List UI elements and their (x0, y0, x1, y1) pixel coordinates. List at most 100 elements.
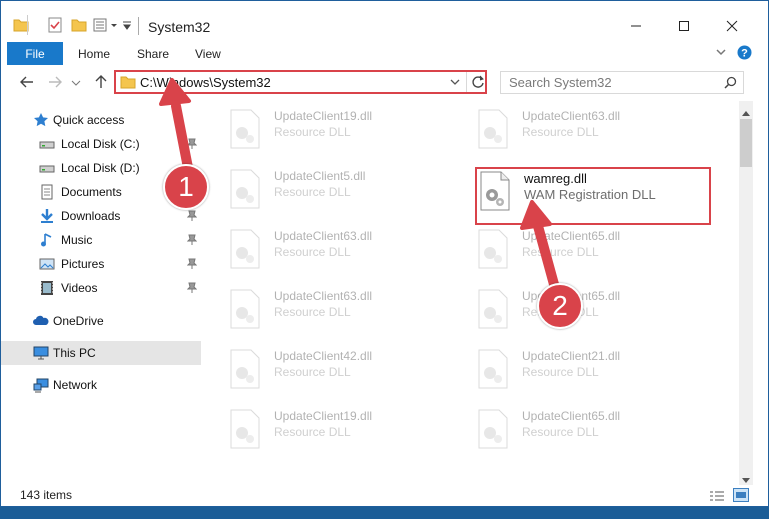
highlight-box-wamreg (475, 167, 711, 225)
file-name: UpdateClient19.dll (274, 409, 373, 423)
desktop-background (0, 507, 769, 519)
file-name: UpdateClient21.dll (522, 349, 621, 363)
sidebar-item-downloads[interactable]: Downloads (1, 204, 201, 228)
title-separator (138, 17, 139, 35)
close-button[interactable] (709, 11, 755, 41)
dll-file-icon (228, 109, 262, 152)
sidebar-item-music[interactable]: Music (1, 228, 201, 252)
dll-file-icon (228, 229, 262, 272)
back-button[interactable] (19, 74, 35, 93)
file-type: Resource DLL (522, 425, 599, 439)
file-item[interactable]: UpdateClient21.dll Resource DLL (454, 341, 684, 391)
tab-file[interactable]: File (7, 42, 63, 65)
file-name: UpdateClient65.dll (522, 409, 621, 423)
file-type: Resource DLL (274, 245, 351, 259)
file-type: Resource DLL (274, 365, 351, 379)
refresh-icon[interactable] (471, 75, 485, 92)
search-input[interactable] (507, 74, 711, 91)
address-path[interactable]: C:\Windows\System32 (140, 75, 271, 90)
sidebar-item-videos[interactable]: Videos (1, 276, 201, 300)
item-count: 143 items (20, 488, 73, 502)
documents-icon (39, 184, 55, 200)
file-name: UpdateClient63.dll (274, 289, 373, 303)
forward-button[interactable] (47, 74, 63, 93)
sidebar-item-label: Documents (61, 185, 122, 199)
file-type: Resource DLL (274, 425, 351, 439)
folder-icon (120, 74, 136, 93)
sidebar-item-this-pc[interactable]: This PC (1, 341, 201, 365)
file-item[interactable]: UpdateClient42.dll Resource DLL (206, 341, 436, 391)
navigation-bar: C:\Windows\System32 (1, 65, 768, 101)
pin-icon (186, 209, 198, 224)
file-type: Resource DLL (274, 125, 351, 139)
file-item[interactable]: UpdateClient63.dll Resource DLL (206, 281, 436, 331)
pin-icon (186, 281, 198, 296)
pin-icon (186, 257, 198, 272)
videos-icon (39, 280, 55, 296)
dll-file-icon (476, 289, 510, 332)
address-bar[interactable]: C:\Windows\System32 (114, 70, 487, 94)
sidebar-item-local-disk-c[interactable]: Local Disk (C:) (1, 132, 201, 156)
scroll-up-icon[interactable] (742, 105, 750, 119)
file-type: Resource DLL (522, 125, 599, 139)
file-item[interactable]: UpdateClient65.dll Resource DLL (454, 401, 684, 451)
tiles-view-icon[interactable] (733, 488, 749, 505)
sidebar-item-label: OneDrive (53, 314, 104, 328)
file-item[interactable]: UpdateClient63.dll Resource DLL (206, 221, 436, 271)
file-name: UpdateClient65.dll (522, 229, 621, 243)
tab-home[interactable]: Home (78, 47, 110, 61)
pictures-icon (39, 256, 55, 272)
details-view-icon[interactable] (709, 489, 725, 506)
step-2-badge: 2 (537, 283, 583, 329)
file-name: UpdateClient5.dll (274, 169, 366, 183)
file-item[interactable]: UpdateClient19.dll Resource DLL (206, 401, 436, 451)
back-arrow-icon (20, 76, 33, 88)
file-item[interactable]: UpdateClient65.dll Resource DLL (454, 221, 684, 271)
sidebar-item-onedrive[interactable]: OneDrive (1, 309, 201, 333)
pin-icon (186, 233, 198, 248)
sidebar-item-label: Downloads (61, 209, 121, 223)
sidebar-item-pictures[interactable]: Pictures (1, 252, 201, 276)
maximize-button[interactable] (661, 11, 707, 41)
sidebar-item-label: Quick access (53, 113, 125, 127)
status-bar: 143 items (1, 485, 768, 506)
sidebar-item-label: Pictures (61, 257, 105, 271)
address-divider (466, 72, 467, 92)
cloud-icon (33, 313, 49, 329)
tab-share[interactable]: Share (137, 47, 169, 61)
expand-ribbon-icon[interactable] (714, 45, 728, 62)
up-arrow-icon (95, 75, 107, 88)
minimize-icon (631, 25, 641, 27)
sidebar-item-label: Local Disk (C:) (61, 137, 140, 151)
sidebar-item-network[interactable]: Network (1, 373, 201, 397)
file-type: Resource DLL (522, 365, 599, 379)
file-item[interactable]: UpdateClient19.dll Resource DLL (206, 101, 436, 151)
customize-toolbar-icon[interactable] (122, 17, 132, 36)
vertical-scrollbar[interactable] (739, 101, 753, 485)
new-folder-icon[interactable] (71, 17, 87, 36)
computer-icon (33, 345, 49, 361)
file-name: UpdateClient63.dll (522, 109, 621, 123)
file-item[interactable]: UpdateClient63.dll Resource DLL (454, 101, 684, 151)
scrollbar-thumb[interactable] (740, 119, 752, 167)
tab-view[interactable]: View (195, 47, 221, 61)
view-options-icon[interactable] (93, 17, 119, 36)
star-icon (33, 112, 49, 128)
dll-file-icon (228, 169, 262, 212)
address-dropdown-icon[interactable] (449, 76, 461, 91)
file-name: UpdateClient42.dll (274, 349, 373, 363)
maximize-icon (679, 21, 689, 31)
dll-file-icon (228, 409, 262, 452)
search-box[interactable] (500, 71, 744, 94)
search-icon[interactable] (724, 76, 737, 92)
up-button[interactable] (93, 74, 109, 93)
properties-icon[interactable] (47, 17, 63, 36)
step-1-badge: 1 (163, 164, 209, 210)
recent-locations-button[interactable] (71, 74, 81, 93)
sidebar-item-quick-access[interactable]: Quick access (1, 108, 201, 132)
minimize-button[interactable] (613, 11, 659, 41)
sidebar-item-label: Music (61, 233, 93, 247)
help-icon[interactable]: ? (737, 45, 752, 63)
file-item[interactable]: UpdateClient5.dll Resource DLL (206, 161, 436, 211)
close-icon (726, 20, 738, 32)
